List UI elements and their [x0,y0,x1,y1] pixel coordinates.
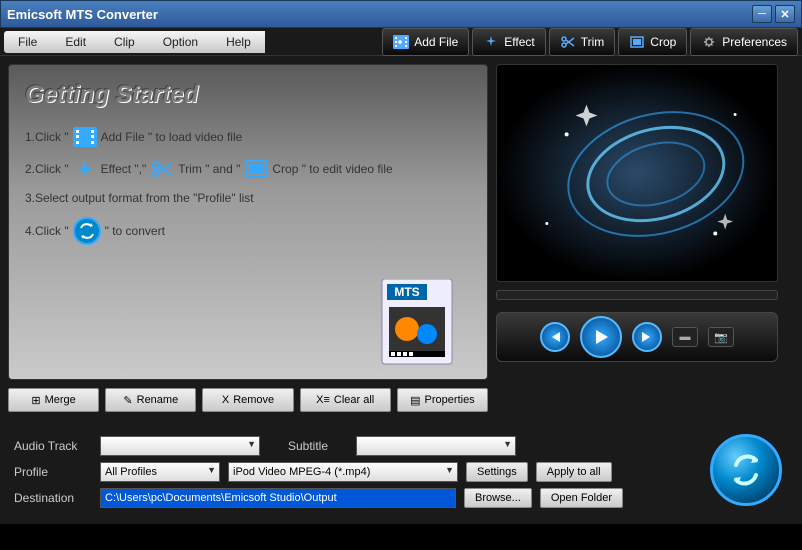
toolbar: Add File Effect Trim Crop Preferences [382,28,798,56]
film-add-icon [393,35,409,49]
crop-button[interactable]: Crop [618,28,687,56]
apply-all-button[interactable]: Apply to all [536,462,612,482]
right-panel: ▬ 📷 [496,64,778,412]
title-bar: Emicsoft MTS Converter ─ ✕ [0,0,802,28]
clear-icon: X≡ [316,394,330,406]
rename-button[interactable]: ✎Rename [105,388,196,412]
menu-clip[interactable]: Clip [100,31,149,53]
getting-started-panel: Getting Started 1.Click " Add File " to … [8,64,488,380]
playback-progress[interactable] [496,290,778,300]
refresh-icon [726,450,766,490]
prev-button[interactable] [540,322,570,352]
audio-subtitle-row: Audio Track Subtitle [14,436,788,456]
next-button[interactable] [632,322,662,352]
profile-category-select[interactable]: All Profiles [100,462,220,482]
menu-option[interactable]: Option [149,31,212,53]
trim-label: Trim [581,35,605,49]
settings-button[interactable]: Settings [466,462,528,482]
snapshot-button[interactable]: 📷 [708,327,734,347]
remove-button[interactable]: XRemove [202,388,293,412]
scissors-icon [150,159,174,179]
effect-button[interactable]: Effect [472,28,545,56]
sparkle-icon [483,35,499,49]
sparkle-icon [73,159,97,179]
subtitle-select[interactable] [356,436,516,456]
menu-items: File Edit Clip Option Help [4,31,265,53]
profile-format-select[interactable]: iPod Video MPEG-4 (*.mp4) [228,462,458,482]
player-controls: ▬ 📷 [496,312,778,362]
gear-icon [701,35,717,49]
pencil-icon: ✎ [123,394,132,407]
merge-icon: ⊞ [31,394,40,407]
properties-button[interactable]: ▤Properties [397,388,488,412]
mts-file-graphic: MTS [377,279,467,369]
crop-label: Crop [650,35,676,49]
trim-button[interactable]: Trim [549,28,616,56]
menu-bar: File Edit Clip Option Help Add File Effe… [0,28,802,56]
file-actions-row: ⊞Merge ✎Rename XRemove X≡Clear all ▤Prop… [8,388,488,412]
crop-icon [629,35,645,49]
play-button[interactable] [580,316,622,358]
subtitle-label: Subtitle [288,439,348,453]
menu-file[interactable]: File [4,31,51,53]
fullscreen-button[interactable]: ▬ [672,327,698,347]
svg-text:MTS: MTS [394,285,419,299]
window-title: Emicsoft MTS Converter [7,7,752,22]
effect-label: Effect [504,35,534,49]
window-controls: ─ ✕ [752,5,795,23]
audio-track-select[interactable] [100,436,260,456]
menu-help[interactable]: Help [212,31,265,53]
film-icon [73,127,97,147]
destination-row: Destination Browse... Open Folder [14,488,788,508]
convert-button[interactable] [710,434,782,506]
x-icon: X [222,394,229,406]
merge-button[interactable]: ⊞Merge [8,388,99,412]
guide-title: Getting Started [25,81,471,109]
open-folder-button[interactable]: Open Folder [540,488,623,508]
scissors-icon [560,35,576,49]
guide-step-2: 2.Click " Effect "," Trim " and " Crop "… [25,159,471,179]
list-icon: ▤ [410,394,420,407]
crop-icon [244,159,268,179]
guide-step-4: 4.Click " " to convert [25,217,471,245]
guide-step-1: 1.Click " Add File " to load video file [25,127,471,147]
menu-edit[interactable]: Edit [51,31,100,53]
clear-all-button[interactable]: X≡Clear all [300,388,391,412]
add-file-button[interactable]: Add File [382,28,469,56]
profile-label: Profile [14,465,92,479]
convert-icon [73,217,101,245]
output-settings: Audio Track Subtitle Profile All Profile… [0,420,802,524]
preferences-button[interactable]: Preferences [690,28,798,56]
left-panel: Getting Started 1.Click " Add File " to … [8,64,488,412]
destination-input[interactable] [100,488,456,508]
browse-button[interactable]: Browse... [464,488,532,508]
video-preview [496,64,778,282]
audio-track-label: Audio Track [14,439,92,453]
guide-step-3: 3.Select output format from the "Profile… [25,191,471,205]
profile-row: Profile All Profiles iPod Video MPEG-4 (… [14,462,788,482]
preferences-label: Preferences [722,35,787,49]
main-area: Getting Started 1.Click " Add File " to … [0,56,802,420]
add-file-label: Add File [414,35,458,49]
minimize-button[interactable]: ─ [752,5,772,23]
close-button[interactable]: ✕ [775,5,795,23]
destination-label: Destination [14,491,92,505]
